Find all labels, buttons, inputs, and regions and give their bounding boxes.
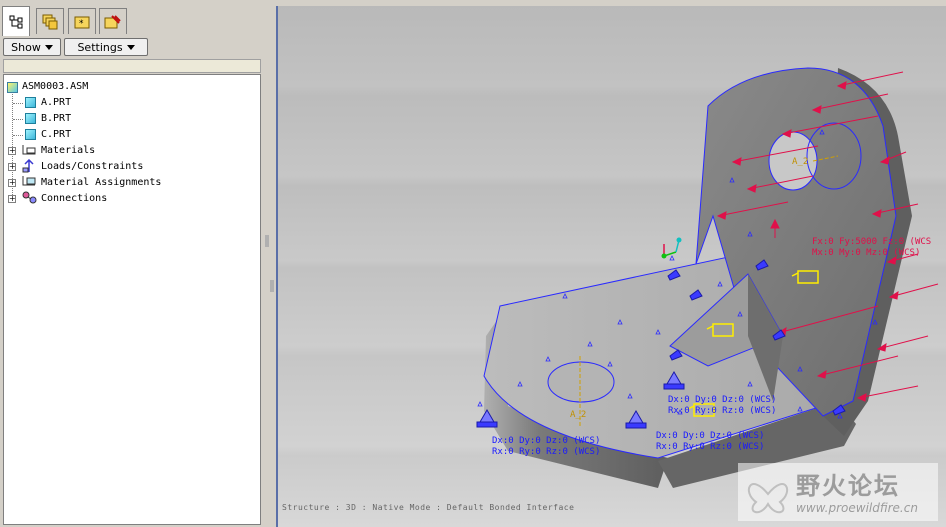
settings-button[interactable]: Settings (64, 38, 148, 56)
model-tree[interactable]: ASM0003.ASM A.PRT B.PRT C.PRT + Material… (3, 74, 261, 525)
expand-toggle[interactable]: + (8, 163, 16, 171)
collapse-left-icon[interactable] (265, 235, 269, 247)
butterfly-logo-icon (747, 483, 789, 514)
load-label-force: Fx:0 Fy:5000 Fz:0 (WCS (812, 237, 931, 247)
tab-favorites[interactable]: * (68, 8, 96, 34)
model-status-text: Structure : 3D : Native Mode : Default B… (282, 503, 575, 512)
favorites-folder-icon: * (74, 16, 90, 29)
expand-right-icon[interactable] (270, 280, 274, 292)
svg-text:*: * (79, 19, 84, 29)
tree-item-material-assignments[interactable]: Material Assignments (41, 176, 161, 190)
model-tree-icon (9, 15, 23, 28)
tree-connector (13, 119, 23, 120)
part-icon (25, 113, 36, 124)
tab-model-tree[interactable] (2, 6, 30, 36)
tree-item-root[interactable]: ASM0003.ASM (22, 80, 88, 94)
tree-connector (13, 103, 23, 104)
chevron-down-icon (126, 44, 135, 50)
navigator-panel: * Show Settings ASM0003.ASM A.PRT B.PRT … (0, 0, 267, 527)
loads-constraints-icon (22, 159, 34, 173)
graphics-window[interactable]: Fx:0 Fy:5000 Fz:0 (WCS Mx:0 My:0 Mz:0 (W… (276, 6, 946, 527)
settings-button-label: Settings (77, 40, 123, 54)
materials-icon (22, 145, 36, 155)
coordinate-system-icon (661, 237, 682, 259)
model-view[interactable]: Fx:0 Fy:5000 Fz:0 (WCS Mx:0 My:0 Mz:0 (W… (278, 6, 946, 527)
tree-item-part-c[interactable]: C.PRT (41, 128, 71, 142)
assembly-icon (7, 82, 18, 93)
constraint-label-disp: Dx:0 Dy:0 Dz:0 (WCS) (668, 395, 776, 405)
axis-label: A_2 (792, 157, 808, 167)
tree-item-materials[interactable]: Materials (41, 144, 95, 158)
tab-layers[interactable] (36, 8, 64, 34)
constraint-label-rot: Rx:0 Ry:0 Rz:0 (WCS) (656, 442, 764, 452)
expand-toggle[interactable]: + (8, 179, 16, 187)
constraint-label-rot: Rx:0 Ry:0 Rz:0 (WCS) (668, 406, 776, 416)
panel-splitter[interactable] (262, 0, 276, 527)
watermark-url: www.proewildfire.cn (796, 501, 918, 515)
chevron-down-icon (44, 44, 53, 50)
part-icon (25, 97, 36, 108)
tools-folder-icon (104, 14, 121, 28)
constraint-label-disp: Dx:0 Dy:0 Dz:0 (WCS) (492, 436, 600, 446)
navigator-tabs: * (0, 6, 266, 36)
constraint-label-disp: Dx:0 Dy:0 Dz:0 (WCS) (656, 431, 764, 441)
layers-icon (42, 14, 58, 29)
part-icon (25, 129, 36, 140)
constraint-label-rot: Rx:0 Ry:0 Rz:0 (WCS) (492, 447, 600, 457)
show-button[interactable]: Show (3, 38, 61, 56)
base-hole (547, 361, 615, 403)
show-button-label: Show (11, 40, 41, 54)
tree-toolbar: Show Settings (0, 36, 266, 58)
tree-item-part-b[interactable]: B.PRT (41, 112, 71, 126)
tree-connector (13, 135, 23, 136)
tree-item-loads-constraints[interactable]: Loads/Constraints (41, 160, 143, 174)
tree-item-part-a[interactable]: A.PRT (41, 96, 71, 110)
tab-tools[interactable] (99, 8, 127, 34)
tree-item-connections[interactable]: Connections (41, 192, 107, 206)
forum-watermark: 野火论坛 www.proewildfire.cn (738, 463, 938, 521)
material-assignments-icon (22, 176, 36, 186)
load-label-moment: Mx:0 My:0 Mz:0 (WCS) (812, 248, 920, 258)
expand-toggle[interactable]: + (8, 147, 16, 155)
axis-label: A_2 (570, 410, 586, 420)
watermark-title: 野火论坛 (796, 472, 900, 500)
connections-icon (22, 191, 37, 204)
tree-column-header (3, 59, 261, 73)
expand-toggle[interactable]: + (8, 195, 16, 203)
